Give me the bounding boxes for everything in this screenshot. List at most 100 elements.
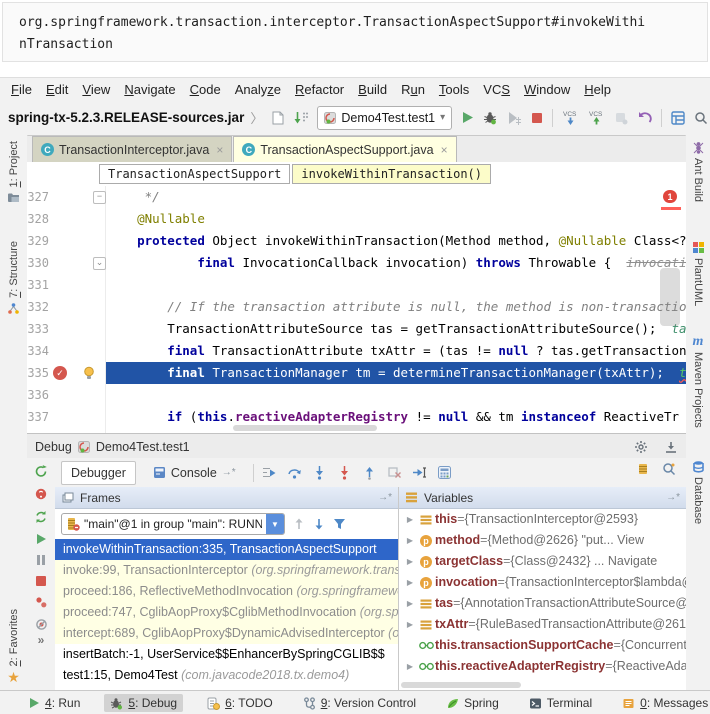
run-configuration-selector[interactable]: Demo4Test.test1 ▾ bbox=[317, 106, 452, 130]
error-stripe-mark[interactable] bbox=[661, 207, 681, 210]
tool-window-button-2-favorites[interactable]: 2: Favorites★ bbox=[0, 609, 27, 684]
run-with-coverage-button[interactable] bbox=[507, 111, 522, 125]
menu-analyze[interactable]: Analyze bbox=[228, 82, 288, 97]
breadcrumb-transactionaspectsupport[interactable]: TransactionAspectSupport bbox=[99, 164, 290, 184]
mute-breakpoints-button[interactable] bbox=[35, 618, 48, 631]
tool-window-button-7-structure[interactable]: 7: Structure bbox=[0, 241, 27, 315]
run-to-cursor-button[interactable] bbox=[412, 465, 427, 480]
expand-arrow-icon[interactable]: ▶ bbox=[403, 614, 417, 635]
tool-window-button-ant-build[interactable]: Ant Build bbox=[686, 141, 710, 202]
error-indicator[interactable]: 1 bbox=[663, 190, 677, 203]
download-sources-icon[interactable] bbox=[293, 111, 308, 125]
step-into-button[interactable] bbox=[312, 465, 327, 480]
fold-expand-icon[interactable]: ⌄ bbox=[93, 257, 106, 270]
code-line-331[interactable]: 331 bbox=[27, 274, 686, 296]
code-line-327[interactable]: 327− */ bbox=[27, 186, 686, 208]
debug-button[interactable] bbox=[483, 111, 498, 125]
code-line-332[interactable]: 332 // If the transaction attribute is n… bbox=[27, 296, 686, 318]
menu-vcs[interactable]: VCS bbox=[476, 82, 517, 97]
menu-view[interactable]: View bbox=[75, 82, 117, 97]
code-line-336[interactable]: 336 bbox=[27, 384, 686, 406]
editor-tab-transactioninterceptor-java[interactable]: CTransactionInterceptor.java× bbox=[32, 136, 232, 162]
tool-window-button-database[interactable]: Database bbox=[686, 460, 710, 524]
stop-button[interactable] bbox=[531, 112, 543, 124]
close-icon[interactable]: × bbox=[216, 143, 223, 157]
project-structure-button[interactable] bbox=[671, 111, 685, 125]
chevron-down-icon[interactable]: ▼ bbox=[266, 514, 284, 534]
stack-frame-row[interactable]: test1:15, Demo4Test (com.javacode2018.tx… bbox=[55, 665, 398, 686]
hotswap-button[interactable] bbox=[34, 487, 48, 501]
artifact-breadcrumb[interactable]: spring-tx-5.2.3.RELEASE-sources.jar bbox=[8, 110, 244, 125]
expand-arrow-icon[interactable]: ▶ bbox=[403, 530, 417, 551]
tool-window-button-1-project[interactable]: 1: Project bbox=[0, 141, 27, 204]
open-file-icon[interactable] bbox=[272, 111, 284, 125]
code-line-334[interactable]: 334 final TransactionAttribute txAttr = … bbox=[27, 340, 686, 362]
thread-selector[interactable]: "main"@1 in group "main": RUNN... ▼ bbox=[61, 513, 285, 535]
expand-arrow-icon[interactable]: ▶ bbox=[403, 572, 417, 593]
editor-tab-transactionaspectsupport-java[interactable]: CTransactionAspectSupport.java× bbox=[233, 136, 456, 162]
menu-refactor[interactable]: Refactor bbox=[288, 82, 351, 97]
menu-edit[interactable]: Edit bbox=[39, 82, 75, 97]
intention-bulb-icon[interactable] bbox=[83, 366, 95, 380]
code-line-335[interactable]: 335✓ final TransactionManager tm = deter… bbox=[27, 362, 686, 384]
code-editor[interactable]: 327− */328 @Nullable329 protected Object… bbox=[27, 186, 686, 433]
line-number[interactable]: 336 bbox=[27, 384, 49, 406]
variable-row[interactable]: ▶this = {TransactionInterceptor@2593} bbox=[399, 509, 686, 530]
update-application-button[interactable] bbox=[34, 510, 48, 524]
fold-collapse-icon[interactable]: − bbox=[93, 191, 106, 204]
frame-down-icon[interactable] bbox=[313, 518, 325, 530]
force-step-into-button[interactable] bbox=[337, 465, 352, 480]
gear-icon[interactable] bbox=[634, 440, 648, 454]
breakpoint-icon[interactable]: ✓ bbox=[53, 366, 67, 380]
expand-arrow-icon[interactable]: ▶ bbox=[403, 509, 417, 530]
pin-icon[interactable]: →* bbox=[666, 492, 680, 503]
close-icon[interactable]: × bbox=[441, 143, 448, 157]
horizontal-scrollbar[interactable] bbox=[233, 425, 377, 431]
tool-window-button-plantuml[interactable]: PlantUML bbox=[686, 241, 710, 306]
menu-run[interactable]: Run bbox=[394, 82, 432, 97]
stack-frame-row[interactable]: proceed:186, ReflectiveMethodInvocation … bbox=[55, 581, 398, 602]
variable-row[interactable]: ▶txAttr = {RuleBasedTransactionAttribute… bbox=[399, 614, 686, 635]
line-number[interactable]: 330 bbox=[27, 252, 49, 274]
resume-button[interactable] bbox=[35, 533, 47, 545]
stop-button[interactable] bbox=[35, 575, 47, 587]
variable-row[interactable]: this.transactionSupportCache = {Concurre… bbox=[399, 635, 686, 656]
filter-frames-icon[interactable] bbox=[333, 518, 346, 530]
line-number[interactable]: 331 bbox=[27, 274, 49, 296]
search-everywhere-button[interactable] bbox=[694, 111, 708, 125]
line-number[interactable]: 334 bbox=[27, 340, 49, 362]
pause-button[interactable] bbox=[35, 554, 47, 566]
frame-up-icon[interactable] bbox=[293, 518, 305, 530]
menu-file[interactable]: File bbox=[4, 82, 39, 97]
vcs-commit-button[interactable]: VCS bbox=[588, 110, 605, 126]
tool-window-button-maven-projects[interactable]: mMaven Projects bbox=[686, 335, 710, 428]
vertical-scrollbar[interactable] bbox=[660, 268, 680, 326]
statusbar-item-9-version-control[interactable]: 9: Version Control bbox=[297, 694, 422, 712]
code-line-330[interactable]: 330⌄ final InvocationCallback invocation… bbox=[27, 252, 686, 274]
code-line-328[interactable]: 328 @Nullable bbox=[27, 208, 686, 230]
expand-arrow-icon[interactable]: ▶ bbox=[403, 656, 417, 677]
view-breakpoints-button[interactable] bbox=[35, 596, 48, 609]
statusbar-item-5-debug[interactable]: 5: Debug bbox=[104, 694, 183, 712]
breadcrumb-invokewithintransaction[interactable]: invokeWithinTransaction() bbox=[292, 164, 491, 184]
statusbar-item-spring[interactable]: Spring bbox=[440, 694, 505, 712]
run-button[interactable] bbox=[461, 111, 474, 124]
expand-arrow-icon[interactable]: ▶ bbox=[403, 593, 417, 614]
pin-icon[interactable]: →* bbox=[378, 492, 392, 503]
line-number[interactable]: 329 bbox=[27, 230, 49, 252]
horizontal-scrollbar[interactable] bbox=[401, 682, 521, 688]
variable-row[interactable]: ▶pinvocation = {TransactionInterceptor$l… bbox=[399, 572, 686, 593]
menu-code[interactable]: Code bbox=[183, 82, 228, 97]
step-over-button[interactable] bbox=[287, 465, 302, 480]
line-number[interactable]: 337 bbox=[27, 406, 49, 428]
search-button[interactable] bbox=[662, 462, 676, 476]
rollback-button[interactable] bbox=[637, 111, 652, 125]
variable-row[interactable]: ▶pmethod = {Method@2626} "put... View bbox=[399, 530, 686, 551]
tab-console[interactable]: Console →* bbox=[144, 462, 245, 484]
dump-threads-button[interactable] bbox=[636, 462, 650, 476]
rerun-button[interactable] bbox=[34, 464, 48, 478]
menu-tools[interactable]: Tools bbox=[432, 82, 476, 97]
step-out-button[interactable] bbox=[362, 465, 377, 480]
expand-arrow-icon[interactable]: ▶ bbox=[403, 551, 417, 572]
statusbar-item-6-todo[interactable]: 6: TODO bbox=[201, 694, 279, 712]
